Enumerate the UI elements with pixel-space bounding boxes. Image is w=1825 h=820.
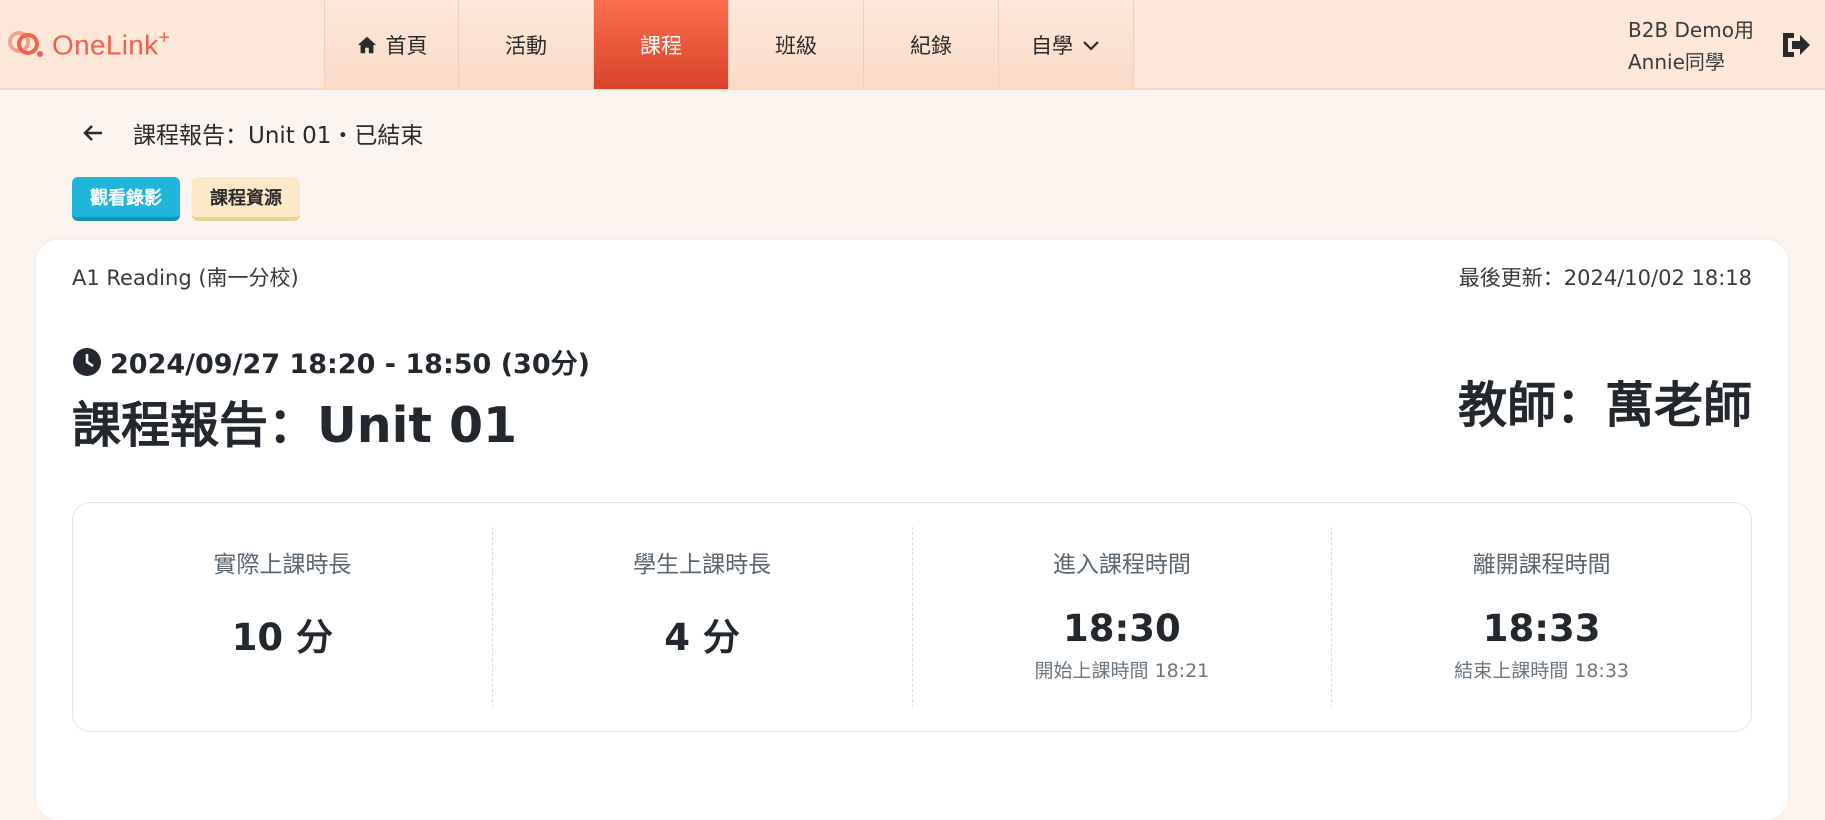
stat-value: 18:30 [1062, 607, 1181, 650]
class-time-text: 2024/09/27 18:20 - 18:50 (30分) [110, 349, 590, 380]
stat-sub: 開始上課時間 18:21 [1034, 660, 1210, 682]
stat-label: 離開課程時間 [1472, 552, 1611, 578]
user-org: B2B Demo用 [1628, 18, 1754, 42]
stat-value: 18:33 [1482, 607, 1601, 650]
clock-icon [73, 347, 101, 376]
stat-value: 10 分 [231, 616, 334, 659]
onelink-logo-mark-icon [8, 31, 43, 57]
chevron-down-icon [1083, 40, 1099, 51]
stat-label: 進入課程時間 [1052, 552, 1191, 578]
stat-student-duration: 學生上課時長 4 分 [491, 527, 912, 707]
user-name: Annie同學 [1628, 50, 1725, 74]
report-card: A1 Reading (南一分校) 最後更新：2024/10/02 18:18 … [36, 240, 1788, 820]
nav-item-courses[interactable]: 課程 [594, 0, 729, 89]
stat-leave-time: 離開課程時間 18:33 結束上課時間 18:33 [1331, 527, 1751, 707]
brand-name: OneLink+ [52, 26, 171, 61]
stat-sub: 結束上課時間 18:33 [1454, 660, 1630, 682]
nav-item-label: 班級 [775, 33, 817, 58]
watch-recording-button[interactable]: 觀看錄影 [72, 177, 180, 221]
nav-item-label: 課程 [640, 33, 682, 58]
nav-item-activities[interactable]: 活動 [459, 0, 594, 89]
back-arrow-icon[interactable] [78, 118, 108, 148]
top-navbar: OneLink+ 首頁 活動 課程 班級 紀錄 自學 B2B Demo用 Ann… [0, 0, 1825, 90]
home-icon [357, 36, 376, 53]
stat-value: 4 分 [664, 616, 740, 659]
report-title: 課程報告：Unit 01 [72, 397, 518, 454]
onelink-logo[interactable]: OneLink+ [6, 26, 170, 62]
class-time: 2024/09/27 18:20 - 18:50 (30分) [72, 342, 590, 381]
nav-item-self-study[interactable]: 自學 [999, 0, 1134, 89]
stat-label: 學生上課時長 [633, 552, 772, 578]
course-resources-button[interactable]: 課程資源 [192, 177, 300, 221]
nav-item-label: 首頁 [385, 33, 428, 58]
last-updated: 最後更新：2024/10/02 18:18 [1458, 266, 1752, 290]
stat-label: 實際上課時長 [213, 552, 352, 578]
teacher-name: 教師：萬老師 [1457, 377, 1752, 434]
attendance-stats: 實際上課時長 10 分 學生上課時長 4 分 進入課程時間 18:30 開始上課… [72, 502, 1752, 732]
nav-item-label: 紀錄 [910, 33, 952, 58]
course-name: A1 Reading (南一分校) [72, 266, 299, 290]
logout-icon[interactable] [1780, 30, 1812, 60]
nav-item-home[interactable]: 首頁 [324, 0, 459, 89]
page-breadcrumb: 課程報告：Unit 01・已結束 [133, 123, 424, 149]
user-info[interactable]: B2B Demo用 Annie同學 [1628, 14, 1754, 78]
stat-actual-duration: 實際上課時長 10 分 [73, 527, 492, 707]
main-nav: 首頁 活動 課程 班級 紀錄 自學 [324, 0, 1134, 89]
stat-enter-time: 進入課程時間 18:30 開始上課時間 18:21 [911, 527, 1332, 707]
nav-item-classes[interactable]: 班級 [729, 0, 864, 89]
nav-item-records[interactable]: 紀錄 [864, 0, 999, 89]
nav-item-label: 活動 [505, 33, 547, 58]
nav-item-label: 自學 [1031, 33, 1073, 58]
